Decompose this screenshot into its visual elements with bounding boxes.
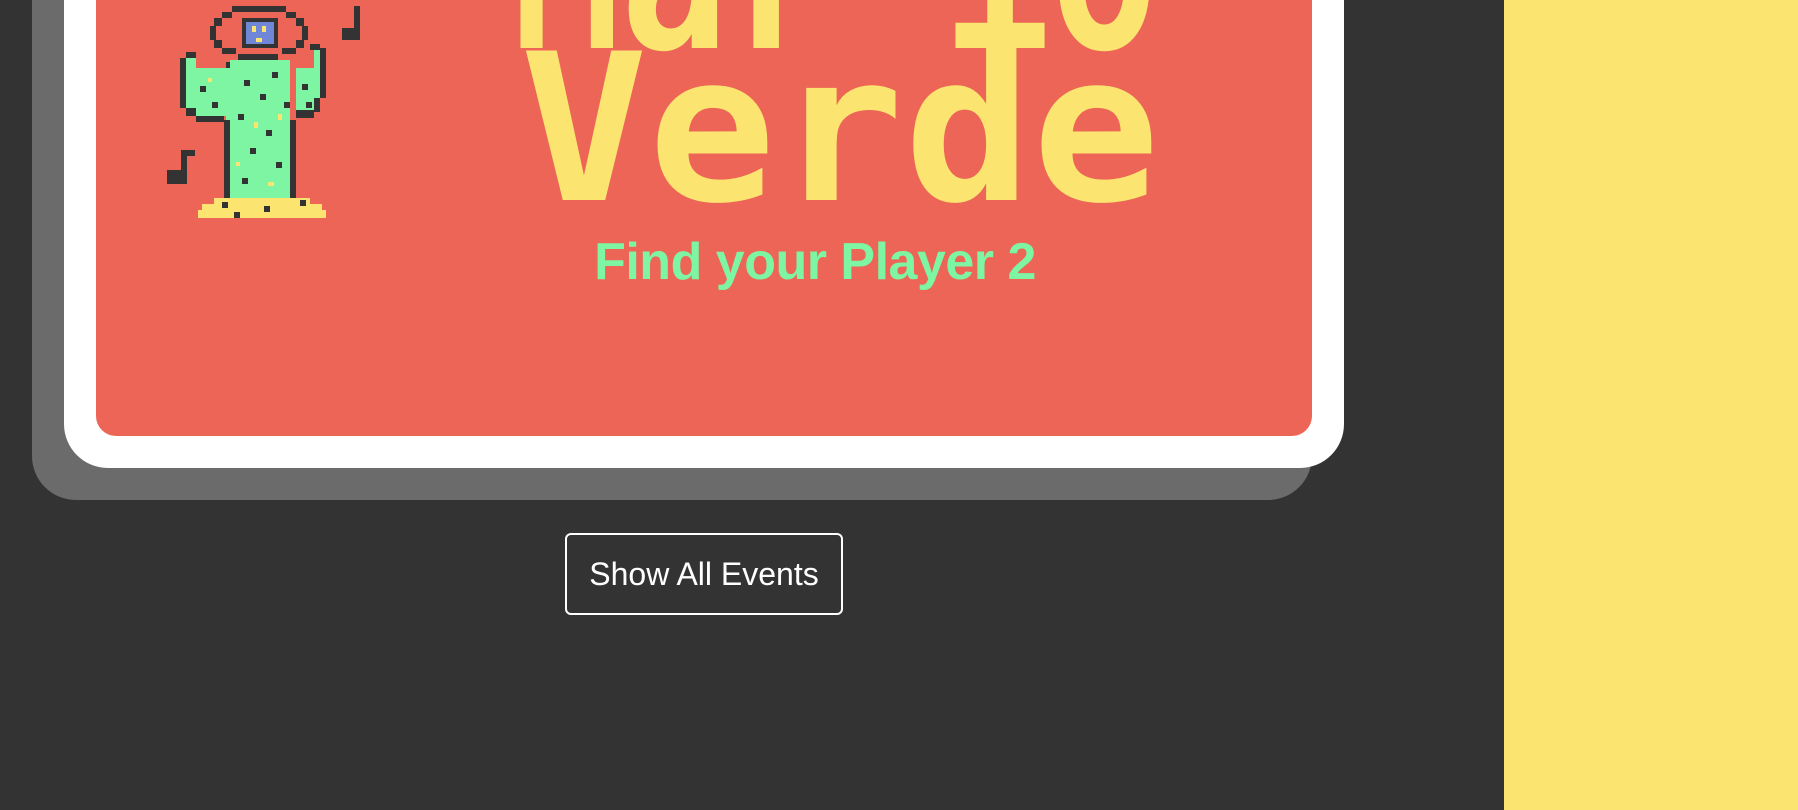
show-all-events-button[interactable]: Show All Events <box>565 533 843 615</box>
cactus-mascot-icon <box>167 6 360 218</box>
right-side-panel <box>1504 0 1798 810</box>
hero-title-line-2: Verde <box>520 11 1160 249</box>
hero-tagline: Find your Player 2 <box>594 233 1036 291</box>
